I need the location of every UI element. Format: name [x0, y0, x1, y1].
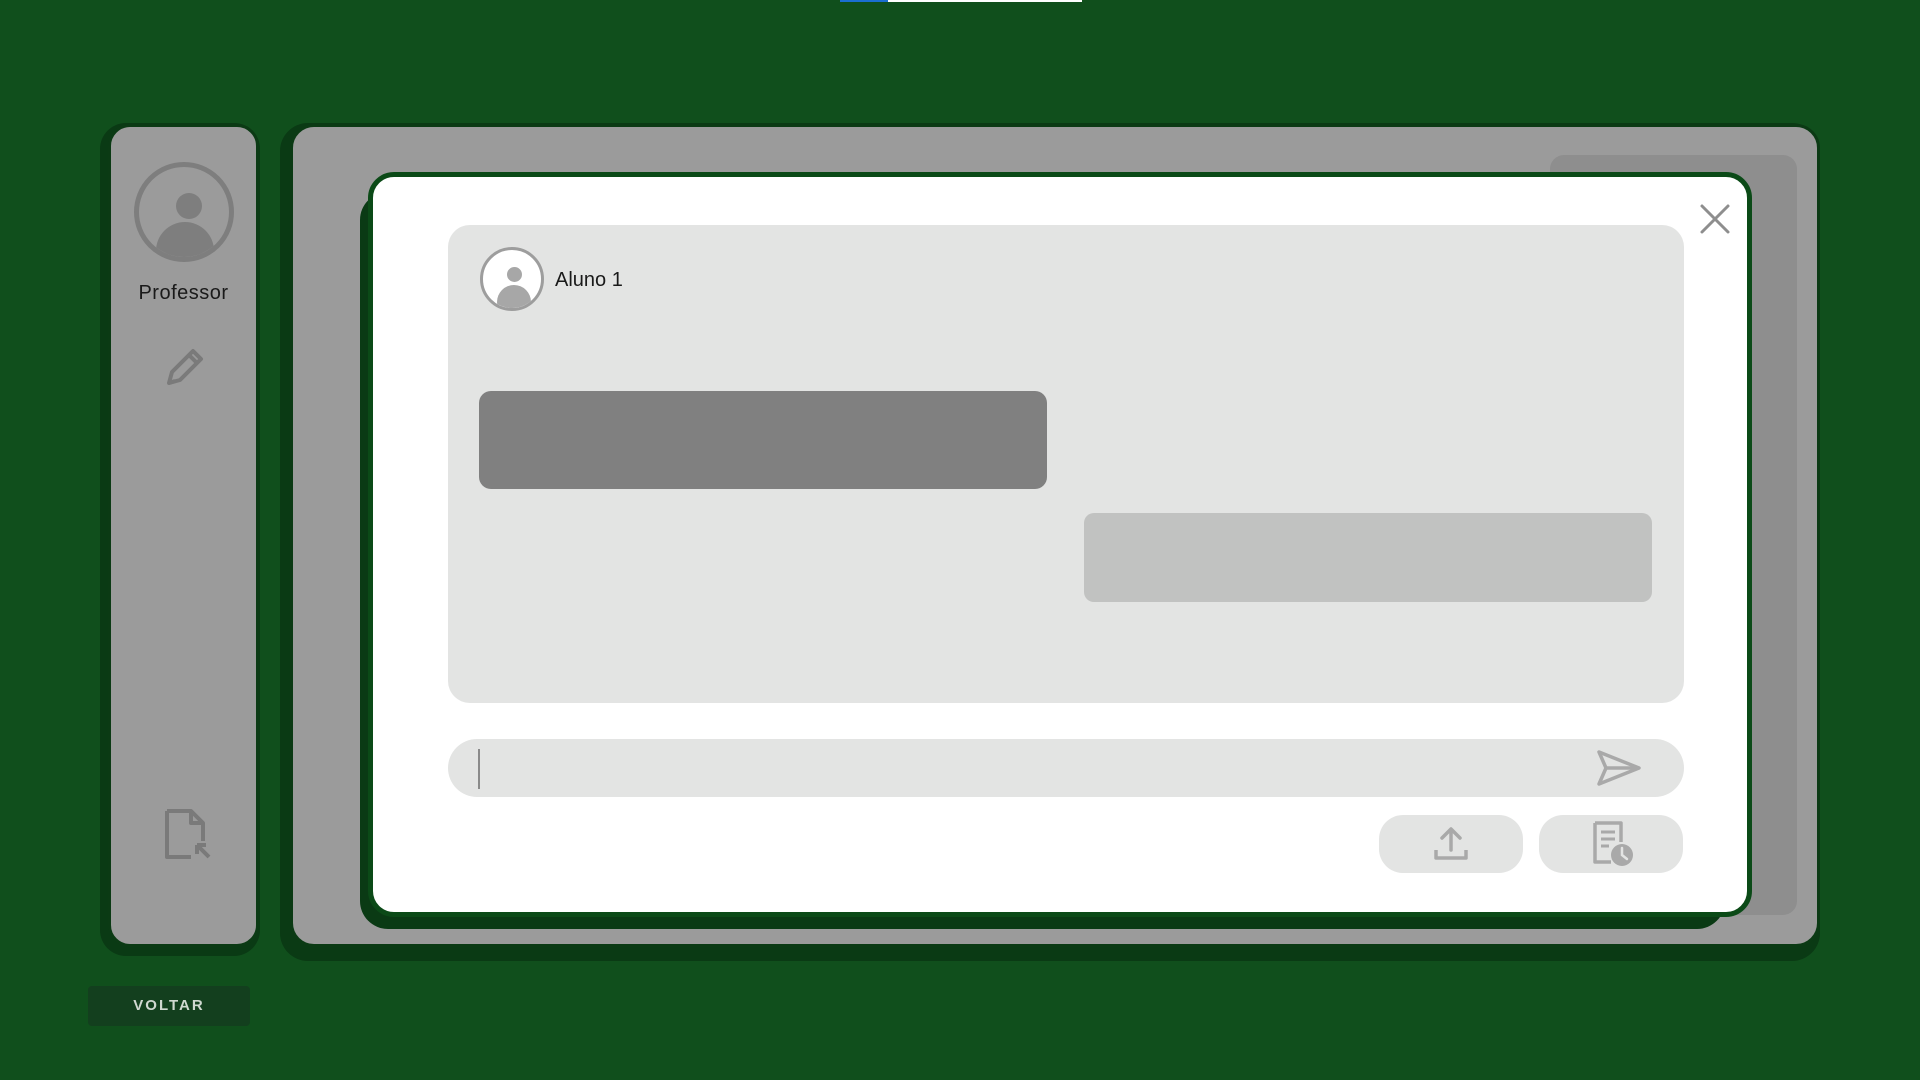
chat-modal: Aluno 1: [368, 172, 1752, 917]
chat-messages-area: Aluno 1: [448, 225, 1684, 703]
top-tab-highlight: [840, 0, 888, 2]
document-export-icon[interactable]: [161, 807, 213, 863]
message-input[interactable]: [478, 749, 1568, 789]
upload-button[interactable]: [1379, 815, 1523, 873]
pencil-icon[interactable]: [161, 343, 209, 391]
sidebar: Professor: [108, 124, 259, 947]
message-input-bar: [448, 739, 1684, 797]
chat-user-name: Aluno 1: [555, 269, 623, 291]
back-button[interactable]: VOLTAR: [88, 986, 250, 1026]
professor-avatar: [134, 162, 234, 262]
sidebar-role-label: Professor: [138, 282, 229, 304]
history-icon: [1593, 821, 1633, 866]
student-avatar: [480, 247, 544, 311]
incoming-message-bubble: [479, 391, 1047, 489]
outgoing-message-bubble: [1084, 513, 1652, 602]
upload-icon: [1434, 827, 1468, 860]
history-button[interactable]: [1539, 815, 1683, 873]
close-icon[interactable]: [1698, 202, 1732, 236]
send-icon[interactable]: [1595, 748, 1643, 788]
